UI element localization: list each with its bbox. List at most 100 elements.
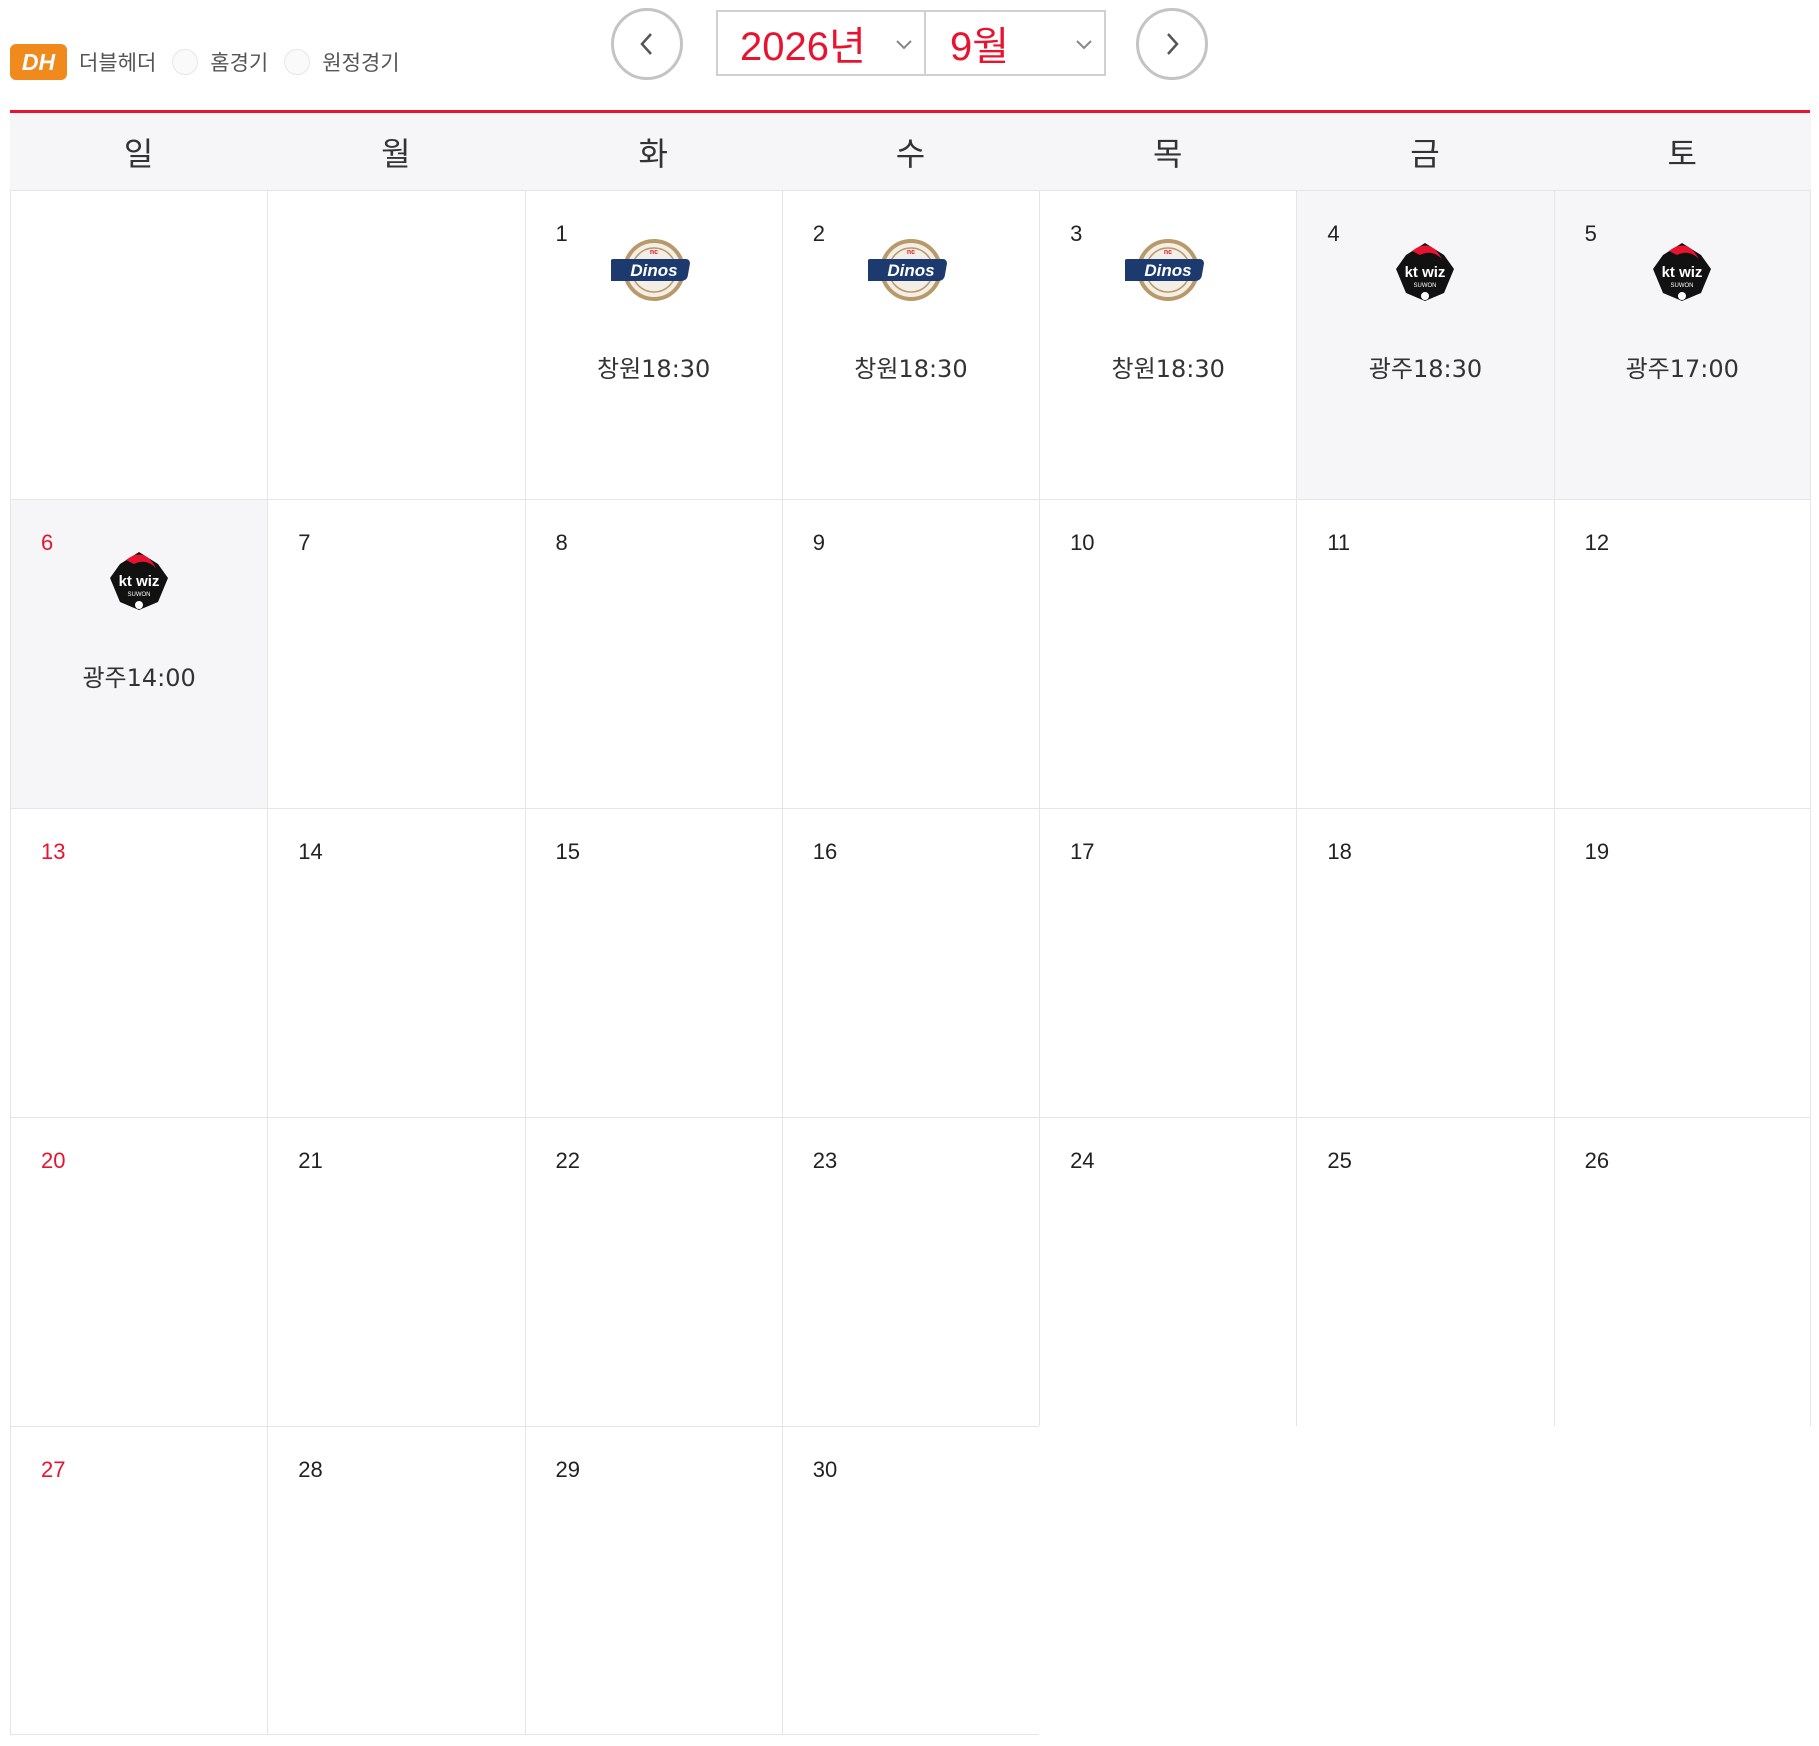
- svg-text:nc: nc: [650, 249, 658, 256]
- weekday-sun: 일: [123, 134, 154, 173]
- calendar-day-cell: 15: [524, 808, 782, 1117]
- day-number: 3: [1070, 221, 1083, 246]
- nc-dinos-logo-icon[interactable]: Dinos nc: [862, 235, 954, 305]
- calendar-day-cell[interactable]: 1 Dinos nc 창원18:30: [524, 190, 782, 499]
- day-number: 1: [555, 221, 568, 246]
- calendar-grid: 1 Dinos nc 창원18:30 2 Dinos nc 창원18:30 3 Dinos nc 창원…: [10, 190, 1811, 1735]
- day-number: 28: [298, 1457, 323, 1482]
- day-number: 19: [1584, 839, 1610, 864]
- day-number: 20: [41, 1148, 66, 1173]
- doubleheader-label: 더블헤더: [79, 51, 157, 75]
- year-select[interactable]: 2026년: [716, 10, 926, 76]
- svg-text:Dinos: Dinos: [1145, 261, 1192, 280]
- game-venue-time: 창원18:30: [1111, 355, 1225, 383]
- kt-wiz-logo-icon[interactable]: kt wiz SUWON: [1639, 235, 1725, 305]
- calendar-day-cell: 21: [267, 1117, 525, 1426]
- weekday-fri: 금: [1410, 134, 1440, 173]
- day-number: 7: [298, 530, 311, 555]
- day-number: 23: [812, 1148, 838, 1173]
- calendar-day-cell: 25: [1296, 1117, 1554, 1426]
- day-number: 5: [1584, 221, 1597, 246]
- calendar-day-cell: 20: [10, 1117, 268, 1426]
- svg-text:SUWON: SUWON: [1414, 283, 1437, 289]
- svg-text:nc: nc: [907, 249, 915, 256]
- kt-wiz-logo-icon[interactable]: kt wiz SUWON: [1382, 235, 1468, 305]
- home-game-indicator: [172, 49, 199, 75]
- chevron-down-icon: [896, 40, 912, 50]
- weekday-wed: 수: [895, 134, 926, 173]
- calendar-week-row: 27 28 29 30: [10, 1426, 1811, 1735]
- day-number: 29: [555, 1457, 581, 1482]
- nc-dinos-logo-icon[interactable]: Dinos nc: [605, 235, 697, 305]
- day-number: 10: [1070, 530, 1095, 555]
- chevron-right-icon: [1167, 33, 1179, 55]
- game-venue-time: 광주17:00: [1625, 355, 1739, 383]
- chevron-down-icon: [1076, 40, 1092, 50]
- svg-text:SUWON: SUWON: [1671, 283, 1694, 289]
- calendar-day-cell[interactable]: 4 kt wiz SUWON 광주18:30: [1296, 190, 1554, 499]
- calendar-day-cell: 14: [267, 808, 525, 1117]
- svg-text:SUWON: SUWON: [128, 592, 151, 598]
- day-number: 8: [555, 530, 568, 555]
- day-number: 30: [812, 1457, 838, 1482]
- day-number: 24: [1070, 1148, 1095, 1173]
- calendar-empty-cell: [1296, 1426, 1554, 1735]
- calendar-empty-cell: [267, 190, 525, 499]
- day-number: 13: [41, 839, 66, 864]
- away-game-label: 원정경기: [322, 51, 400, 75]
- prev-month-button[interactable]: [611, 8, 683, 80]
- calendar-day-cell: 10: [1039, 499, 1297, 808]
- day-number: 2: [812, 221, 826, 246]
- svg-text:kt wiz: kt wiz: [1405, 264, 1446, 281]
- calendar-day-cell: 27: [10, 1426, 268, 1735]
- day-number: 14: [298, 839, 323, 864]
- day-number: 16: [812, 839, 838, 864]
- day-number: 18: [1327, 839, 1352, 864]
- calendar-day-cell: 24: [1039, 1117, 1297, 1426]
- calendar-day-cell: 29: [524, 1426, 782, 1735]
- calendar-day-cell: 16: [781, 808, 1040, 1117]
- svg-text:kt wiz: kt wiz: [119, 573, 160, 590]
- day-number: 27: [41, 1457, 66, 1482]
- home-game-label: 홈경기: [210, 51, 269, 75]
- day-number: 11: [1327, 530, 1351, 555]
- calendar-day-cell: 26: [1553, 1117, 1811, 1426]
- calendar-day-cell: 11: [1296, 499, 1554, 808]
- calendar-day-cell: 17: [1039, 808, 1297, 1117]
- chevron-left-icon: [640, 33, 652, 55]
- calendar-day-cell: 13: [10, 808, 268, 1117]
- day-number: 6: [41, 530, 54, 555]
- calendar-day-cell: 30: [781, 1426, 1040, 1735]
- nc-dinos-logo-icon[interactable]: Dinos nc: [1119, 235, 1211, 305]
- day-number: 21: [298, 1148, 323, 1173]
- day-number: 4: [1327, 221, 1340, 246]
- calendar-day-cell: 19: [1553, 808, 1811, 1117]
- calendar-day-cell[interactable]: 2 Dinos nc 창원18:30: [781, 190, 1040, 499]
- calendar-week-row: 6 kt wiz SUWON 광주14:00 7 8 9 10 11 12: [10, 499, 1811, 808]
- calendar-week-row: 13 14 15 16 17 18 19: [10, 808, 1811, 1117]
- weekday-tue: 화: [638, 134, 668, 173]
- svg-text:nc: nc: [1164, 249, 1172, 256]
- game-venue-time: 창원18:30: [854, 355, 968, 383]
- calendar-empty-cell: [1039, 1426, 1297, 1735]
- calendar-day-cell[interactable]: 6 kt wiz SUWON 광주14:00: [10, 499, 268, 808]
- day-number: 26: [1584, 1148, 1610, 1173]
- calendar-toolbar: DH 더블헤더 홈경기 원정경기 2026년 9월: [0, 0, 1819, 113]
- weekday-header: 일 월 화 수 목 금 토: [10, 113, 1811, 190]
- kt-wiz-logo-icon[interactable]: kt wiz SUWON: [96, 544, 182, 614]
- calendar-week-row: 20 21 22 23 24 25 26: [10, 1117, 1811, 1426]
- svg-text:Dinos: Dinos: [887, 261, 934, 280]
- svg-text:Dinos: Dinos: [630, 261, 677, 280]
- calendar: 일 월 화 수 목 금 토 1 Dinos nc 창원18:30 2 Dinos nc 창원1…: [10, 113, 1811, 1735]
- day-number: 9: [812, 530, 826, 555]
- game-venue-time: 광주14:00: [82, 664, 196, 692]
- calendar-day-cell[interactable]: 5 kt wiz SUWON 광주17:00: [1553, 190, 1811, 499]
- calendar-day-cell[interactable]: 3 Dinos nc 창원18:30: [1039, 190, 1297, 499]
- day-number: 25: [1327, 1148, 1352, 1173]
- game-venue-time: 창원18:30: [597, 355, 711, 383]
- next-month-button[interactable]: [1136, 8, 1208, 80]
- weekday-mon: 월: [381, 134, 411, 173]
- legend: DH 더블헤더 홈경기 원정경기: [10, 44, 416, 80]
- month-select[interactable]: 9월: [924, 10, 1106, 76]
- doubleheader-badge: DH: [10, 44, 67, 80]
